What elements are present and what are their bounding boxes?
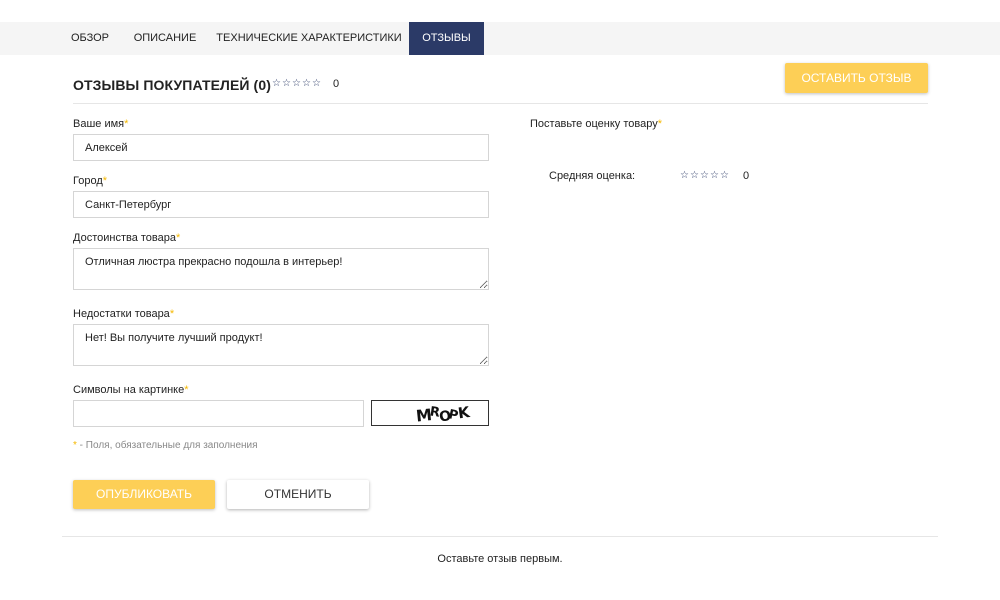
captcha-image: M R O P K: [371, 400, 489, 426]
empty-star-icon: ☆: [710, 170, 720, 181]
required-mark: *: [102, 175, 108, 187]
required-note: * - Поля, обязательные для заполнения: [73, 440, 258, 451]
name-label: Ваше имя*: [73, 118, 129, 130]
empty-star-icon: ☆: [312, 78, 322, 89]
header-divider: [73, 103, 928, 104]
required-mark: *: [169, 308, 175, 320]
required-mark: *: [124, 118, 129, 130]
empty-star-icon: ☆: [302, 78, 312, 89]
required-mark: *: [184, 384, 189, 396]
empty-star-icon: ☆: [690, 170, 700, 181]
empty-star-icon: ☆: [292, 78, 302, 89]
reviews-title: ОТЗЫВЫ ПОКУПАТЕЛЕЙ (0): [73, 77, 271, 93]
empty-star-icon: ☆: [700, 170, 710, 181]
city-label: Город*: [73, 175, 108, 187]
tab-description[interactable]: Описание: [126, 22, 204, 55]
empty-reviews-message: Оставьте отзыв первым.: [437, 553, 563, 565]
pros-label: Достоинства товара*: [73, 232, 181, 244]
bottom-divider: [62, 536, 938, 537]
city-input[interactable]: [73, 191, 489, 218]
tab-overview[interactable]: Обзор: [62, 22, 118, 55]
average-rating-label: Средняя оценка:: [549, 170, 636, 182]
tab-specifications[interactable]: Технические характеристики: [212, 22, 406, 55]
set-rating-label: Поставьте оценку товару*: [530, 118, 662, 130]
captcha-glyphs: M R O P K: [415, 403, 472, 426]
cons-textarea[interactable]: Нет! Вы получите лучший продукт!: [73, 324, 489, 366]
captcha-input[interactable]: [73, 400, 364, 427]
publish-button[interactable]: ОПУБЛИКОВАТЬ: [73, 480, 215, 509]
header-rating-stars: ☆☆☆☆☆: [272, 78, 322, 89]
name-input[interactable]: [73, 134, 489, 161]
header-rating-count: 0: [333, 78, 340, 90]
empty-star-icon: ☆: [272, 78, 282, 89]
leave-review-button[interactable]: ОСТАВИТЬ ОТЗЫВ: [785, 63, 928, 93]
empty-star-icon: ☆: [282, 78, 292, 89]
tabs-bar: Обзор Описание Технические характеристик…: [0, 22, 1000, 55]
cons-label: Недостатки товара*: [73, 308, 175, 320]
average-rating-stars: ☆☆☆☆☆: [680, 170, 730, 181]
empty-star-icon: ☆: [720, 170, 730, 181]
required-mark: *: [175, 232, 181, 244]
captcha-char: K: [457, 403, 472, 423]
cancel-button[interactable]: ОТМЕНИТЬ: [227, 480, 369, 509]
average-rating-value: 0: [743, 170, 750, 182]
empty-star-icon: ☆: [680, 170, 690, 181]
captcha-label: Символы на картинке*: [73, 384, 189, 396]
tab-reviews[interactable]: Отзывы: [409, 22, 484, 55]
pros-textarea[interactable]: Отличная люстра прекрасно подошла в инте…: [73, 248, 489, 290]
required-mark: *: [657, 118, 662, 130]
